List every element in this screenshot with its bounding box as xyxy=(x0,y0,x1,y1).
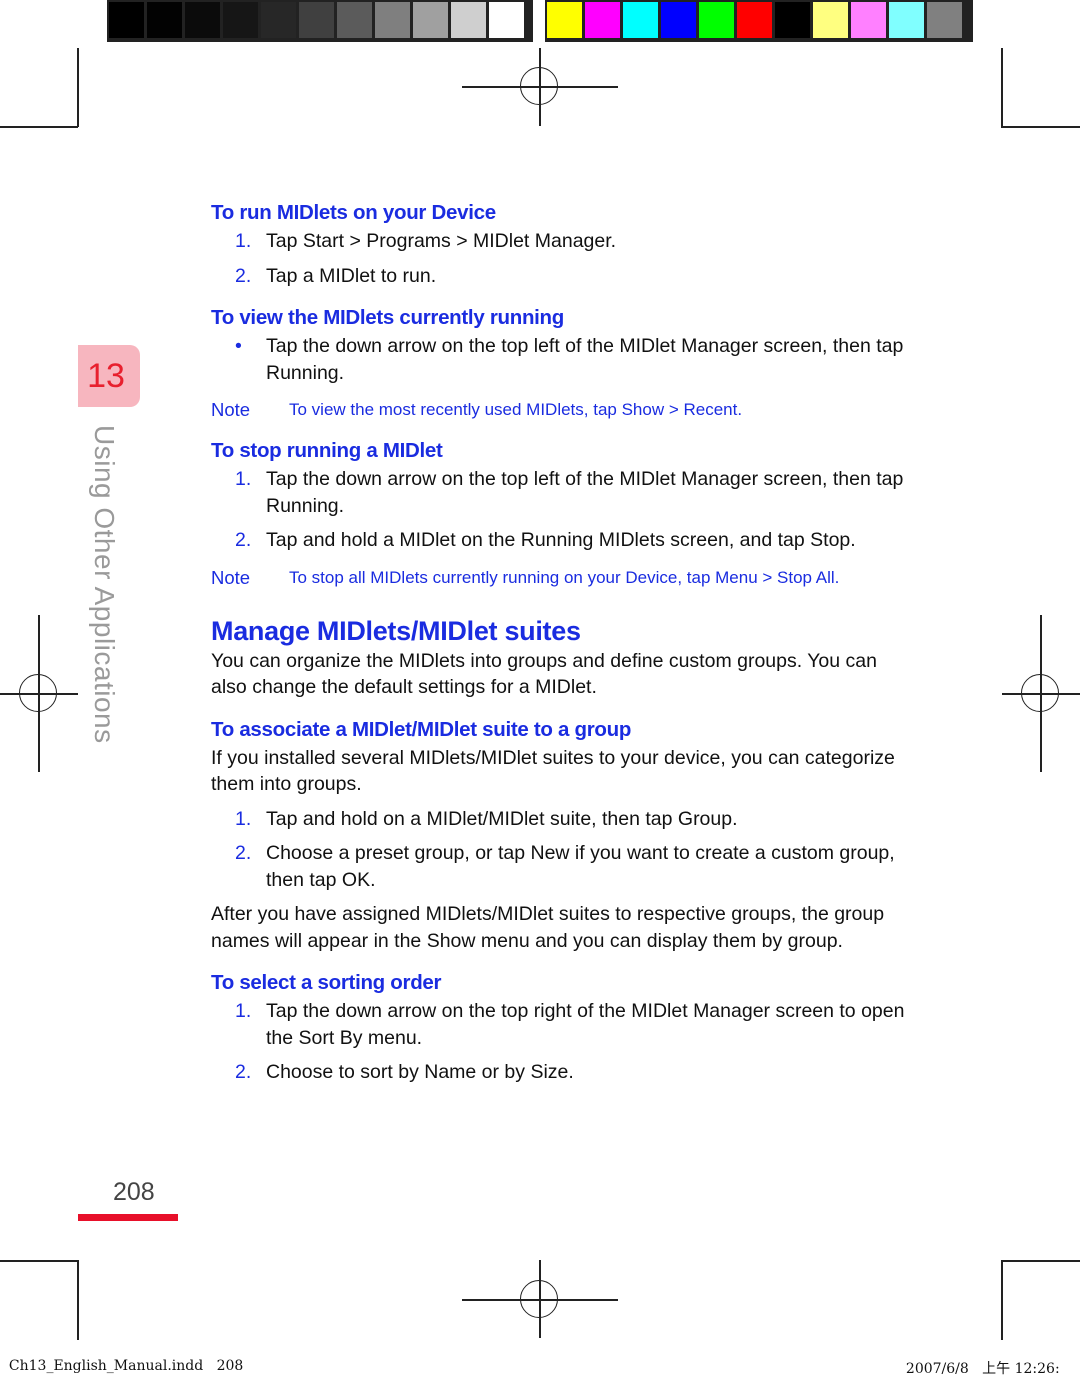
grayscale-swatch xyxy=(185,2,220,38)
color-swatch xyxy=(585,2,620,38)
bullet-icon: • xyxy=(235,335,242,357)
slug-date: 2007/6/8 xyxy=(905,1361,969,1377)
paragraph: If you installed several MIDlets/MIDlet … xyxy=(211,746,895,796)
chapter-title: Using Other Applications xyxy=(89,425,120,744)
page-number-bar xyxy=(78,1214,178,1221)
note-label: Note xyxy=(211,566,251,588)
crop-mark-bottom-right-h xyxy=(1001,1260,1080,1262)
section-heading-associate: To associate a MIDlet/MIDlet suite to a … xyxy=(211,717,632,741)
slug-time: 上午 12:26: xyxy=(982,1361,1060,1377)
page-number: 208 xyxy=(113,1178,155,1206)
section-heading-sort: To select a sorting order xyxy=(211,971,442,994)
process-colorbar xyxy=(545,0,973,42)
grayscale-swatch xyxy=(337,2,372,38)
color-swatch xyxy=(927,2,962,38)
list-item: 1. Tap the down arrow on the top right o… xyxy=(235,1000,905,1049)
page-content: To run MIDlets on your Device 1. Tap Sta… xyxy=(211,198,911,1086)
color-swatch xyxy=(889,2,924,38)
grayscale-swatch xyxy=(223,2,258,38)
slug-filename: Ch13_English_Manual.indd xyxy=(8,1358,204,1374)
note-text: To view the most recently used MIDlets, … xyxy=(289,400,743,419)
crop-mark-bottom-left-v xyxy=(77,1260,79,1340)
chapter-tab: 13 xyxy=(78,345,140,407)
note: Note To view the most recently used MIDl… xyxy=(211,398,911,422)
list-item: 2. Choose a preset group, or tap New if … xyxy=(235,842,895,891)
color-swatch xyxy=(661,2,696,38)
note-label: Note xyxy=(211,399,251,420)
crop-mark-top-left-h xyxy=(0,126,78,128)
color-swatch xyxy=(813,2,848,38)
grayscale-swatch xyxy=(299,2,334,38)
grayscale-swatch xyxy=(109,2,144,38)
color-swatch xyxy=(699,2,734,38)
section-heading-stop: To stop running a MIDlet xyxy=(211,439,443,462)
crop-mark-bottom-right-v xyxy=(1001,1260,1003,1340)
crop-mark-bottom-left-h xyxy=(0,1260,78,1262)
grayscale-swatch xyxy=(375,2,410,38)
slug-timestamp: 2007/6/8 上午 12:26: xyxy=(897,1342,1060,1378)
chapter-number: 13 xyxy=(87,356,125,395)
list-item: 1. Tap the down arrow on the top left of… xyxy=(235,468,904,517)
grayscale-swatch xyxy=(413,2,448,38)
section-heading-view: To view the MIDlets currently running xyxy=(211,306,565,329)
grayscale-swatch xyxy=(261,2,296,38)
list-item: 2. Tap and hold a MIDlet on the Running … xyxy=(235,529,856,551)
section-heading-run: To run MIDlets on your Device xyxy=(211,201,496,224)
section-heading-manage: Manage MIDlets/MIDlet suites xyxy=(211,615,581,646)
note-text: To stop all MIDlets currently running on… xyxy=(289,567,840,587)
color-swatch xyxy=(737,2,772,38)
color-swatch xyxy=(623,2,658,38)
paragraph: You can organize the MIDlets into groups… xyxy=(211,649,877,699)
color-swatch xyxy=(775,2,810,38)
grayscale-swatch xyxy=(451,2,486,38)
grayscale-swatch xyxy=(147,2,182,38)
grayscale-colorbar xyxy=(107,0,533,42)
crop-mark-top-right-v xyxy=(1001,48,1003,127)
color-swatch xyxy=(547,2,582,38)
list-item: 2. Tap a MIDlet to run. xyxy=(235,264,437,287)
paragraph: After you have assigned MIDlets/MIDlet s… xyxy=(211,903,885,952)
list-item: • Tap the down arrow on the top left of … xyxy=(211,333,911,386)
color-swatch xyxy=(851,2,886,38)
grayscale-swatch xyxy=(489,2,524,38)
list-item: 2. Choose to sort by Name or by Size. xyxy=(235,1061,574,1083)
crop-mark-top-left-v xyxy=(77,48,79,127)
crop-mark-top-right-h xyxy=(1001,126,1080,128)
list-item: 1. Tap and hold on a MIDlet/MIDlet suite… xyxy=(235,807,738,830)
list-item: 1. Tap Start > Programs > MIDlet Manager… xyxy=(235,230,617,252)
slug-page: 208 xyxy=(216,1358,244,1374)
note: Note To stop all MIDlets currently runni… xyxy=(211,566,911,590)
slug-file: Ch13_English_Manual.indd 208 xyxy=(0,1342,243,1374)
